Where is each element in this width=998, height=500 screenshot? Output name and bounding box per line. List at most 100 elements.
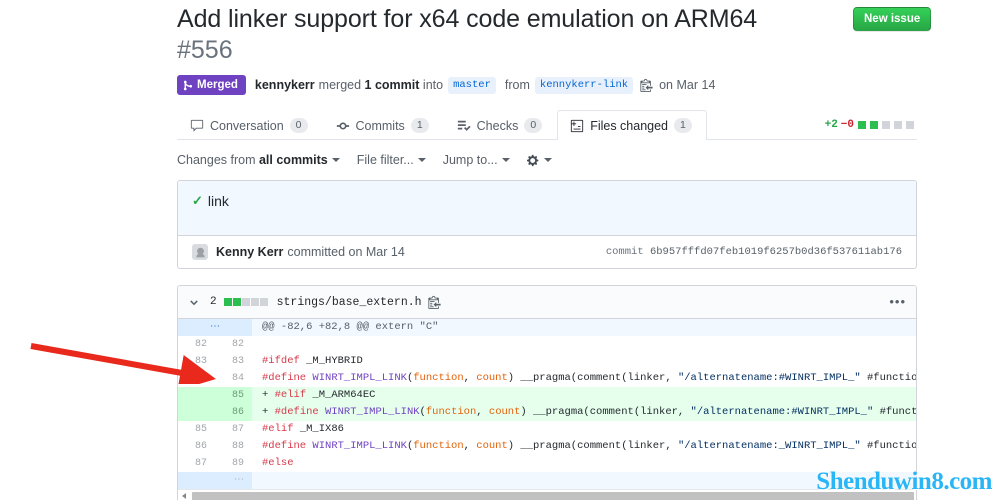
pr-content: Add linker support for x64 code emulatio… [177,0,917,500]
commit-hash-label: commit [605,246,644,258]
changes-from-value: all commits [258,153,328,167]
diff-code-text[interactable]: #ifdef _M_HYBRID [252,353,916,370]
head-branch-tag[interactable]: kennykerr-link [534,76,634,94]
diffstat-block-green [870,121,878,129]
tab-conversation[interactable]: Conversation 0 [177,110,323,140]
changes-from-prefix: Changes from [177,153,259,167]
jump-to-dropdown[interactable]: Jump to... [443,153,510,167]
diffstat-block-gray [882,121,890,129]
file-diffstat-blocks [223,298,268,306]
watermark: Shenduwin8.com [816,468,992,495]
pr-author[interactable]: kennykerr [255,78,315,92]
tab-commits[interactable]: Commits 1 [323,110,444,140]
commit-message[interactable]: link [208,193,229,209]
diff-table: ⋯ @@ -82,6 +82,8 @@ extern "C" 82 82 83 … [178,319,916,489]
tab-commits-count: 1 [410,118,429,133]
new-line-number: 85 [215,387,252,404]
scroll-left-arrow-icon[interactable] [182,493,186,499]
copy-icon[interactable] [640,78,653,92]
diff-code-text[interactable]: #define WINRT_IMPL_LINK(function, count)… [252,438,916,455]
diff-code-text[interactable]: #define WINRT_IMPL_LINK(function, count)… [252,370,916,387]
chevron-down-icon[interactable] [188,296,200,308]
file-diff-icon [571,119,584,132]
base-branch-tag[interactable]: master [448,76,496,94]
page-title: Add linker support for x64 code emulatio… [177,5,758,33]
file-path[interactable]: strings/base_extern.h [277,296,422,309]
commit-footer: Kenny Kerr committed on Mar 14 commit 6b… [178,236,916,268]
new-line-number: 84 [215,370,252,387]
table-row-added: 85 + #elif _M_ARM64EC [178,387,916,404]
pr-meta-row: Merged kennykerr merged 1 commit into ma… [177,75,917,95]
commit-timestamp: committed on Mar 14 [287,245,405,259]
file-diff-box: 2 strings/base_extern.h ••• ⋯ @@ -82,6 +… [177,285,917,500]
hunk-expand-button[interactable]: ⋯ [178,319,252,336]
pr-tabs: Conversation 0 Commits 1 Checks 0 Files … [177,109,917,140]
table-row: 86 88 #define WINRT_IMPL_LINK(function, … [178,438,916,455]
file-filter-label: File filter... [356,153,414,167]
github-pull-request-page: New issue Add linker support for x64 cod… [0,0,998,500]
pr-title-row: Add linker support for x64 code emulatio… [177,0,917,34]
diffstat-block-green [858,121,866,129]
diff-row-hunk: ⋯ @@ -82,6 +82,8 @@ extern "C" [178,319,916,336]
table-row-added: 86 + #define WINRT_IMPL_LINK(function, c… [178,404,916,421]
tab-checks-label: Checks [476,118,519,133]
chevron-down-icon [331,158,340,162]
tab-files-changed-count: 1 [674,118,692,133]
file-header: 2 strings/base_extern.h ••• [178,286,916,319]
new-line-number: 88 [215,438,252,455]
tab-conversation-count: 0 [289,118,308,133]
copy-icon[interactable] [427,295,441,309]
tab-checks[interactable]: Checks 0 [444,110,558,140]
diff-body: ⋯ @@ -82,6 +82,8 @@ extern "C" 82 82 83 … [178,319,916,489]
table-row: 83 83 #ifdef _M_HYBRID [178,353,916,370]
tab-conversation-label: Conversation [210,118,284,133]
pr-number: #556 [177,36,233,64]
diff-code-text[interactable]: + #elif _M_ARM64EC [252,387,916,404]
comment-icon [190,119,204,132]
commit-count-text: 1 commit [364,78,420,92]
commit-hash: commit 6b957fffd07feb1019f6257b0d36f5376… [606,246,902,258]
tab-checks-count: 0 [524,118,543,133]
jump-to-label: Jump to... [442,153,498,167]
kebab-menu-icon[interactable]: ••• [889,295,906,308]
diffstat-additions: +2 [824,119,838,131]
hunk-header-text: @@ -82,6 +82,8 @@ extern "C" [252,319,916,336]
merge-icon [183,80,193,91]
old-line-number: 84 [178,370,215,387]
chevron-down-icon [543,158,552,162]
avatar [192,244,208,260]
old-line-number: 87 [178,455,215,472]
diff-code-text[interactable]: + #define WINRT_IMPL_LINK(function, coun… [252,404,916,421]
tab-files-changed-label: Files changed [590,118,669,133]
hunk-expand-button-bottom[interactable]: ⋯ [178,472,252,489]
new-line-number: 86 [215,404,252,421]
file-filter-dropdown[interactable]: File filter... [357,153,426,167]
new-line-number: 89 [215,455,252,472]
diff-code-text[interactable]: #elif _M_IX86 [252,421,916,438]
old-line-number: 82 [178,336,215,353]
old-line-number: 83 [178,353,215,370]
tab-files-changed[interactable]: Files changed 1 [557,110,707,140]
commit-author[interactable]: Kenny Kerr [216,245,283,259]
old-line-number: 85 [178,421,215,438]
tab-commits-label: Commits [355,118,405,133]
file-change-count: 2 [210,296,217,308]
commit-card: ✓ link Kenny Kerr committed on Mar 14 co… [177,180,917,269]
new-line-number: 83 [215,353,252,370]
commit-hash-value: 6b957fffd07feb1019f6257b0d36f537611ab176 [649,246,902,258]
horizontal-scrollbar[interactable] [178,489,916,500]
diff-toolbar: Changes from all commits File filter... … [177,153,917,167]
diffstat-deletions: −0 [840,119,854,131]
commit-message-area: ✓ link [178,181,916,236]
table-row: 87 89 #else [178,455,916,472]
changes-from-dropdown[interactable]: Changes from all commits [177,153,340,167]
old-line-number: 86 [178,438,215,455]
diff-settings-button[interactable] [526,154,552,167]
scrollbar-thumb[interactable] [192,492,914,500]
merged-text: merged 1 commit into [318,78,444,92]
merged-date: on Mar 14 [659,78,716,92]
checks-icon [457,120,471,131]
old-line-number [178,404,215,421]
diff-code-text[interactable] [252,336,916,353]
diff-row-expand-bottom: ⋯ [178,472,916,489]
